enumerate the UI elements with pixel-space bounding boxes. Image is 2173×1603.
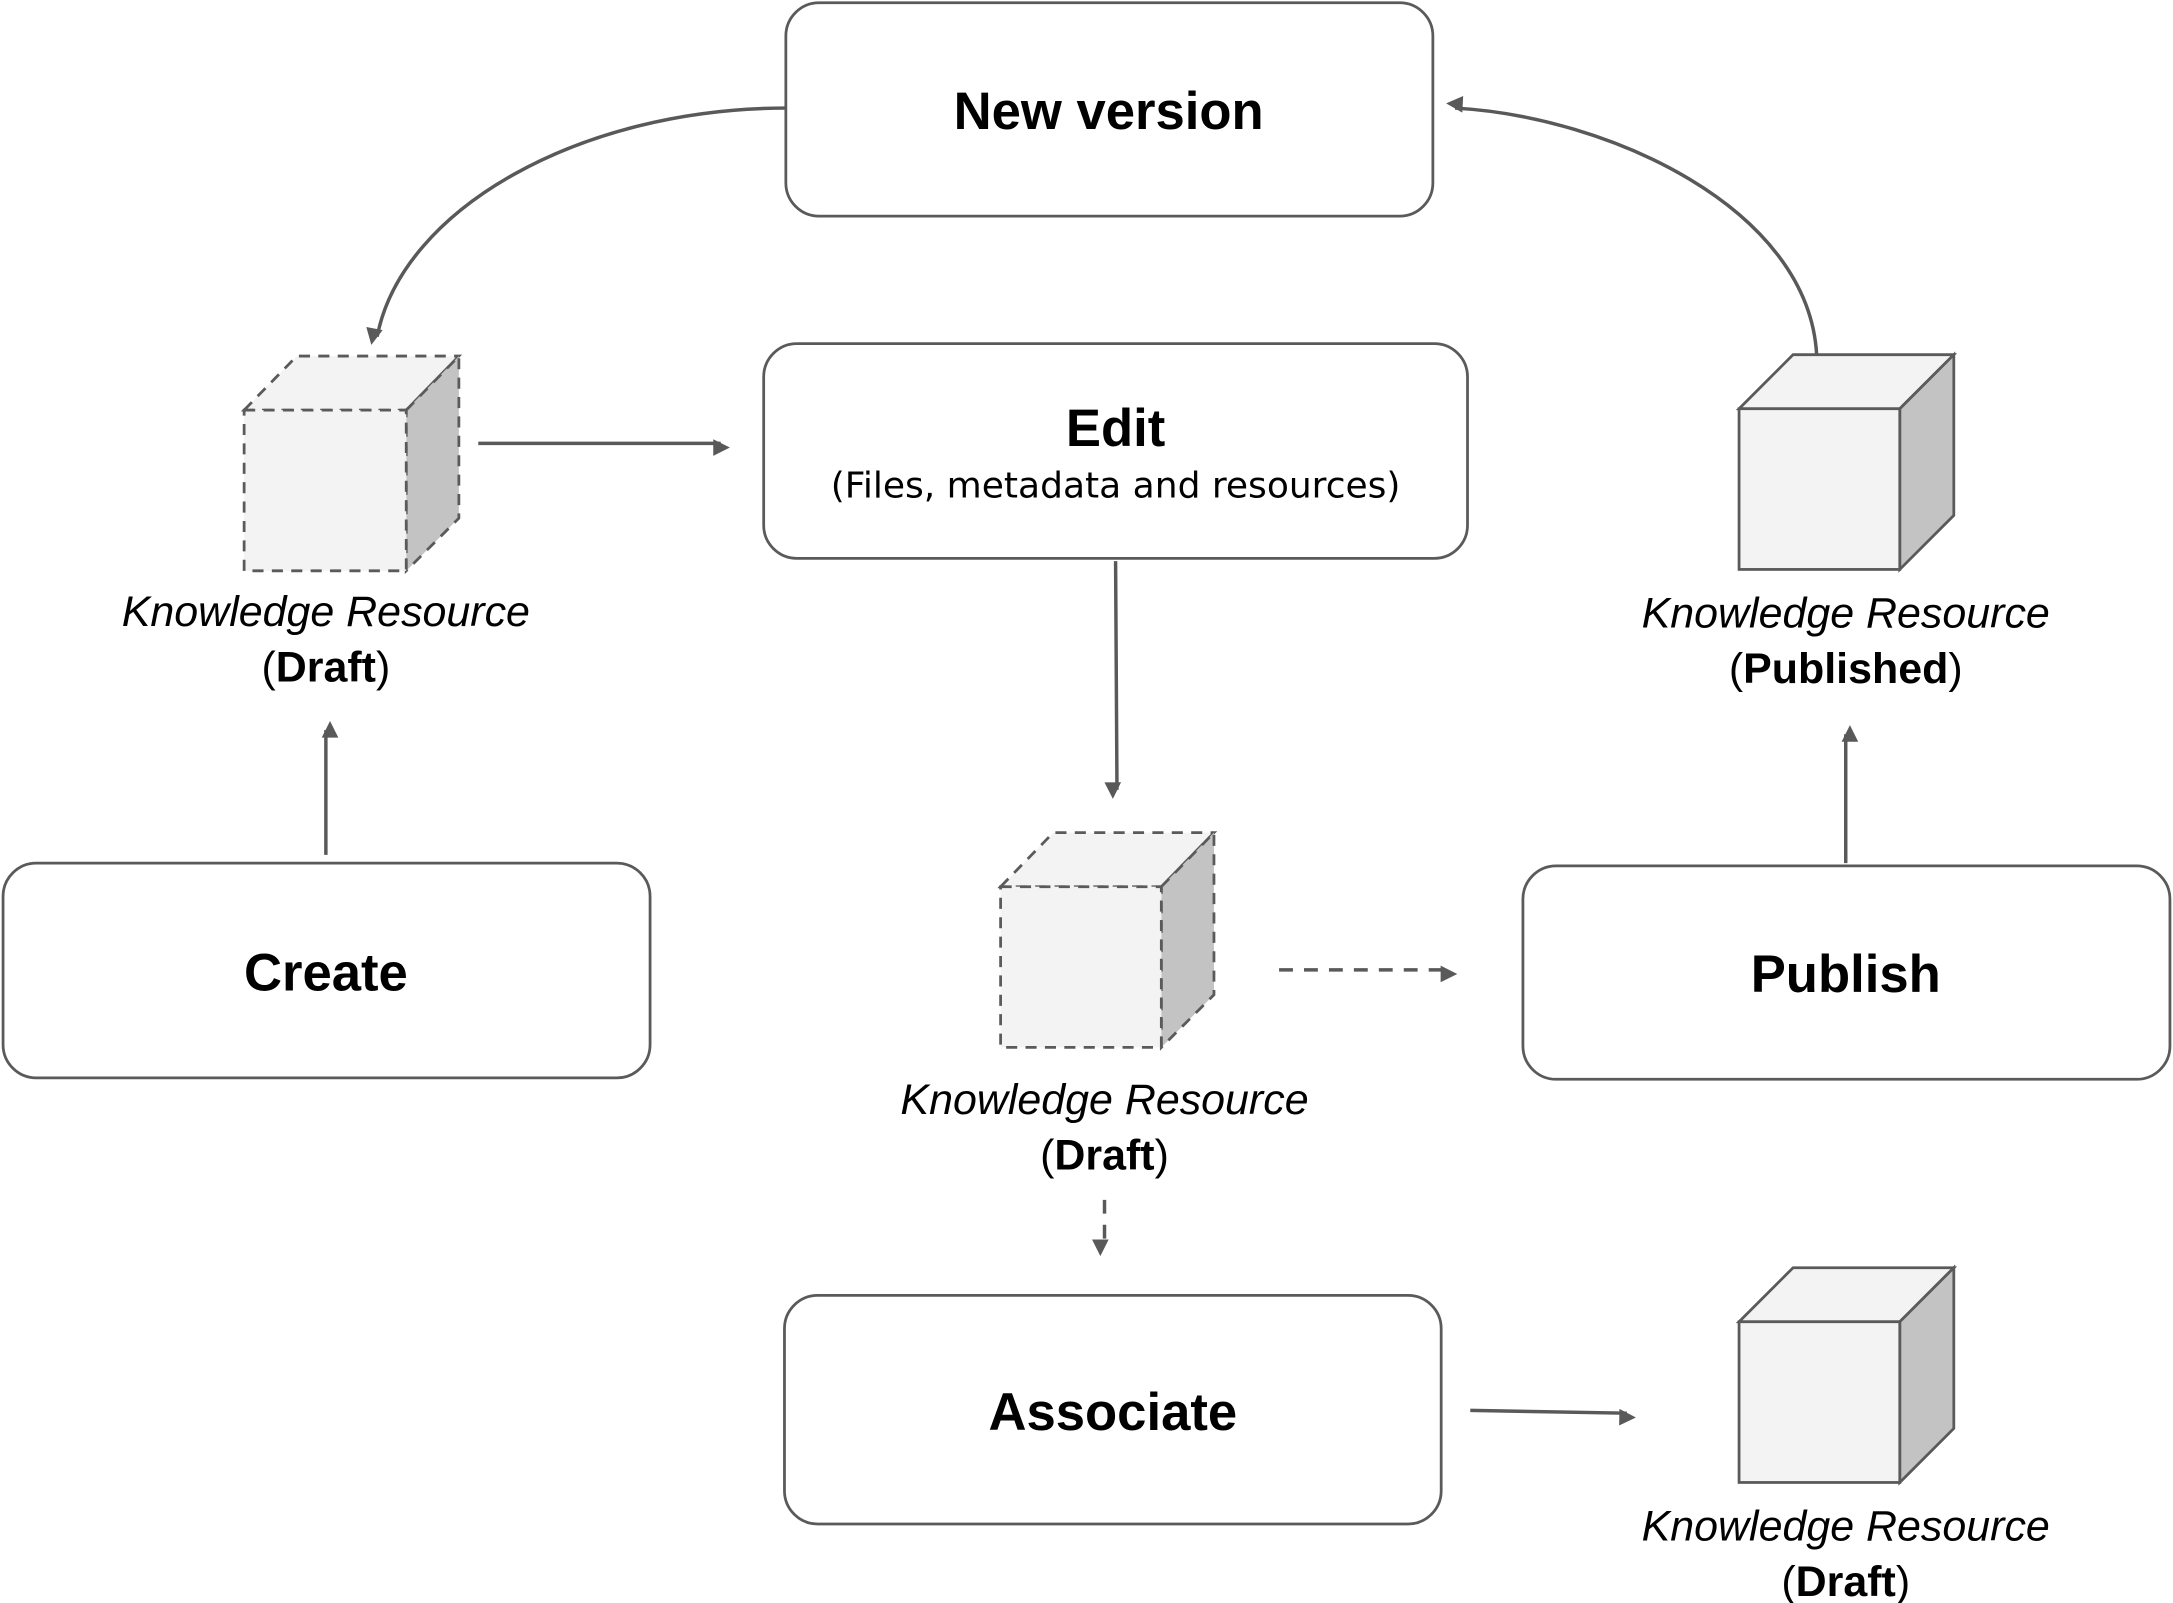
node-create[interactable]: Create [1,861,652,1080]
node-label: Edit [1066,399,1165,458]
node-label: New version [954,82,1264,141]
node-sublabel: (Files, metadata and resources) [831,465,1401,506]
lifecycle-diagram: New version Edit (Files, metadata and re… [1,1,2172,1603]
resource-label: Knowledge Resource [1642,1503,2050,1551]
edge-associate-to-draft [1470,1408,1636,1426]
node-label: Associate [989,1383,1238,1442]
resource-published [1735,351,1958,573]
resource-draft-1 [240,352,463,575]
resource-label: Knowledge Resource [122,588,530,636]
node-publish[interactable]: Publish [1521,864,2172,1081]
resource-label: Knowledge Resource [1642,590,2050,638]
resource-draft-2 [997,829,1218,1051]
node-label: Publish [1751,945,1941,1004]
node-associate[interactable]: Associate [783,1294,1443,1526]
resource-state: (Draft) [1781,1558,1910,1603]
resource-draft-3 [1735,1264,1958,1486]
node-edit[interactable]: Edit (Files, metadata and resources) [762,342,1469,560]
resource-state: (Draft) [1040,1131,1169,1179]
resource-state: (Published) [1729,645,1963,693]
resource-state: (Draft) [261,644,390,692]
resource-label: Knowledge Resource [900,1076,1308,1124]
node-label: Create [244,944,408,1003]
node-new-version[interactable]: New version [784,1,1435,218]
edge-new-version-to-draft [366,106,786,345]
edge-published-to-new-version [1446,96,1819,355]
edge-edit-to-draft [1104,561,1122,799]
